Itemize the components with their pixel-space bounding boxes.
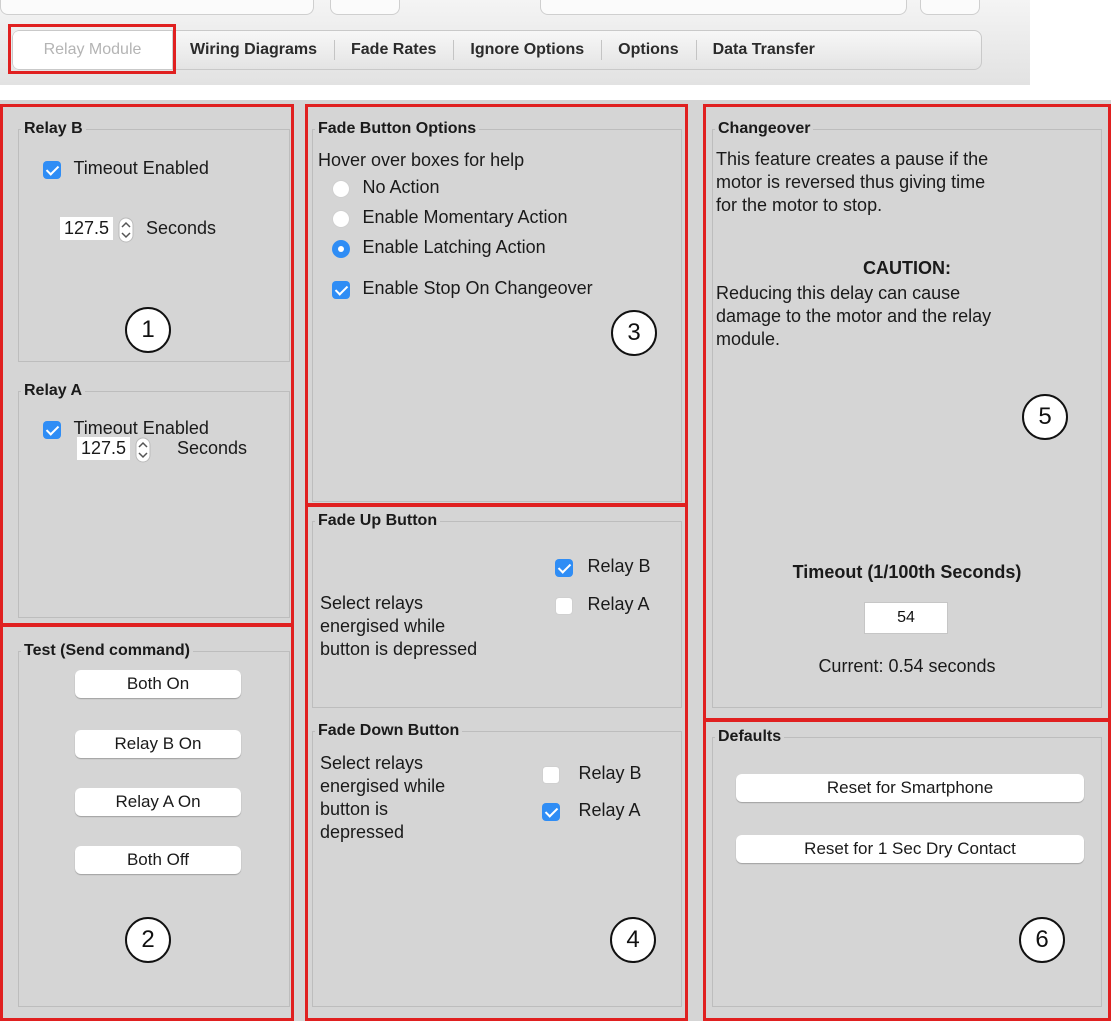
stop-on-changeover-label: Enable Stop On Changeover <box>362 278 593 298</box>
relay-a-value[interactable]: 127.5 <box>77 437 131 461</box>
relay-b-on-button[interactable]: Relay B On <box>75 730 241 758</box>
fade-down-relay-a-checkbox[interactable] <box>542 802 560 821</box>
fade-up-relay-a-row[interactable]: Relay A <box>555 594 650 615</box>
fade-down-desc-line: depressed <box>320 822 405 842</box>
relay-module-content: Relay B Timeout Enabled 127.5 Seconds 1 … <box>0 100 1111 1021</box>
caution-line: module. <box>716 329 781 349</box>
marker-4: 4 <box>610 917 656 963</box>
test-title: Test (Send command) <box>24 642 190 659</box>
spinner-arrows-icon[interactable] <box>135 436 151 464</box>
fade-up-relay-a-label: Relay A <box>587 594 650 614</box>
both-off-button[interactable]: Both Off <box>75 846 241 874</box>
defaults-title: Defaults <box>718 728 782 745</box>
stop-on-changeover-row[interactable]: Enable Stop On Changeover <box>332 278 593 299</box>
tab-data-transfer[interactable]: Data Transfer <box>695 31 832 69</box>
marker-6: 6 <box>1019 917 1065 963</box>
relay-a-on-button[interactable]: Relay A On <box>75 788 241 816</box>
stop-on-changeover-checkbox[interactable] <box>332 280 350 299</box>
fade-down-relay-b-label: Relay B <box>578 763 642 783</box>
fade-up-desc-line: Select relays <box>320 593 424 613</box>
tab-options[interactable]: Options <box>601 31 695 69</box>
radio-no-action[interactable] <box>332 179 350 198</box>
fade-down-desc-line: Select relays <box>320 753 424 773</box>
relay-b-timeout-label: Timeout Enabled <box>73 158 209 178</box>
changeover-desc-line: This feature creates a pause if the <box>716 149 989 169</box>
option-no-action[interactable]: No Action <box>332 177 440 198</box>
caution-heading: CAUTION: <box>863 258 951 278</box>
relay-b-value[interactable]: 127.5 <box>60 217 114 241</box>
fade-down-desc-line: button is <box>320 799 389 819</box>
tab-strip: Relay Module Wiring Diagrams Fade Rates … <box>0 0 1030 85</box>
caution-line: Reducing this delay can cause <box>716 283 961 303</box>
no-action-label: No Action <box>362 177 440 197</box>
option-momentary[interactable]: Enable Momentary Action <box>332 207 568 228</box>
latching-label: Enable Latching Action <box>362 237 546 257</box>
relay-a-title: Relay A <box>24 382 83 399</box>
fade-down-relay-a-row[interactable]: Relay A <box>542 800 641 821</box>
option-latching[interactable]: Enable Latching Action <box>332 237 546 258</box>
tab-relay-module[interactable]: Relay Module <box>13 31 173 69</box>
marker-2: 2 <box>125 917 171 963</box>
fade-down-description: Select relays energised while button is … <box>320 752 445 844</box>
radio-latching[interactable] <box>332 239 350 258</box>
spinner-arrows-icon[interactable] <box>118 216 134 244</box>
fade-down-relay-b-checkbox[interactable] <box>542 765 560 784</box>
momentary-label: Enable Momentary Action <box>362 207 568 227</box>
fade-up-desc-line: button is depressed <box>320 639 478 659</box>
ghost-control <box>0 0 314 15</box>
relay-b-timeout-checkbox[interactable] <box>43 160 61 179</box>
fade-down-relay-b-row[interactable]: Relay B <box>542 763 641 784</box>
relay-b-title: Relay B <box>24 120 83 137</box>
relay-a-unit: Seconds <box>176 438 248 459</box>
fade-down-desc-line: energised while <box>320 776 446 796</box>
both-on-button[interactable]: Both On <box>75 670 241 698</box>
tab-ignore-options[interactable]: Ignore Options <box>453 31 601 69</box>
current-timeout-text: Current: 0.54 seconds <box>818 656 996 676</box>
defaults-group: Defaults <box>712 728 1102 1007</box>
fade-up-relay-b-label: Relay B <box>587 556 651 576</box>
tab-fade-rates[interactable]: Fade Rates <box>334 31 453 69</box>
ghost-control <box>540 0 907 15</box>
fade-up-title: Fade Up Button <box>318 512 438 529</box>
tab-bar: Relay Module Wiring Diagrams Fade Rates … <box>12 30 982 70</box>
fade-down-relay-a-label: Relay A <box>578 800 641 820</box>
caution-text: Reducing this delay can cause damage to … <box>716 282 991 351</box>
relay-a-timeout-checkbox[interactable] <box>43 420 61 439</box>
reset-dry-contact-button[interactable]: Reset for 1 Sec Dry Contact <box>736 835 1084 863</box>
ghost-control <box>330 0 400 15</box>
ghost-control <box>920 0 980 15</box>
fade-options-hint: Hover over boxes for help <box>318 150 525 170</box>
fade-up-relay-a-checkbox[interactable] <box>555 596 573 615</box>
tab-wiring-diagrams[interactable]: Wiring Diagrams <box>173 31 334 69</box>
relay-b-spinner[interactable]: 127.5 Seconds <box>60 216 216 244</box>
radio-momentary[interactable] <box>332 209 350 228</box>
changeover-title: Changeover <box>718 120 811 137</box>
fade-up-description: Select relays energised while button is … <box>320 592 477 661</box>
fade-button-options-title: Fade Button Options <box>318 120 477 137</box>
timeout-input[interactable]: 54 <box>864 602 948 634</box>
fade-up-relay-b-checkbox[interactable] <box>555 558 573 577</box>
fade-up-desc-line: energised while <box>320 616 446 636</box>
fade-down-title: Fade Down Button <box>318 722 460 739</box>
marker-1: 1 <box>125 307 171 353</box>
timeout-label: Timeout (1/100th Seconds) <box>792 562 1022 582</box>
relay-a-timeout-label: Timeout Enabled <box>73 418 209 438</box>
relay-a-spinner[interactable]: 127.5 Seconds <box>77 436 247 464</box>
fade-up-relay-b-row[interactable]: Relay B <box>555 556 650 577</box>
changeover-description: This feature creates a pause if the moto… <box>716 148 988 217</box>
marker-5: 5 <box>1022 394 1068 440</box>
marker-3: 3 <box>611 310 657 356</box>
relay-b-timeout-row[interactable]: Timeout Enabled <box>43 158 209 179</box>
changeover-desc-line: motor is reversed thus giving time <box>716 172 986 192</box>
caution-line: damage to the motor and the relay <box>716 306 992 326</box>
relay-b-unit: Seconds <box>145 218 217 239</box>
changeover-desc-line: for the motor to stop. <box>716 195 883 215</box>
reset-smartphone-button[interactable]: Reset for Smartphone <box>736 774 1084 802</box>
